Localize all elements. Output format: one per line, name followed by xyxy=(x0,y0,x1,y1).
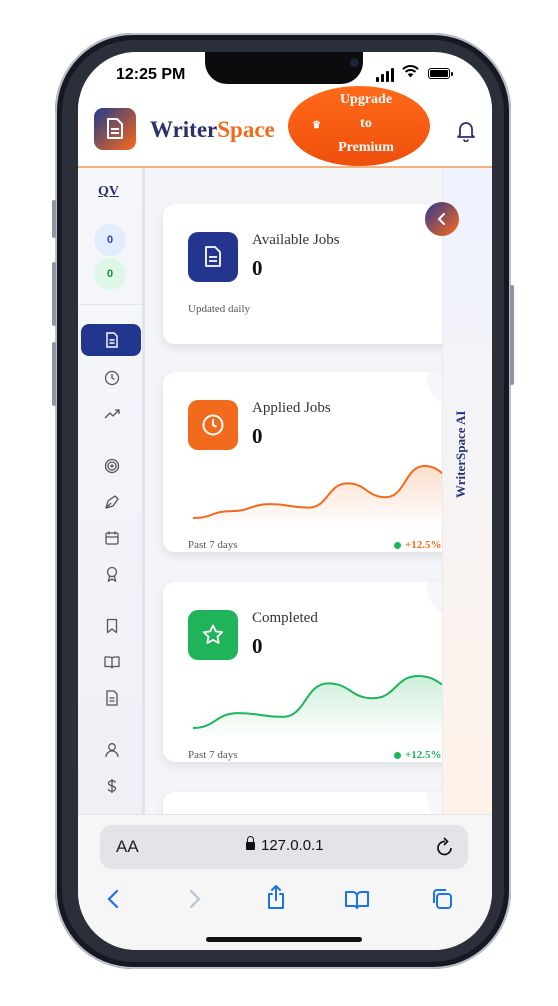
bookmarks-icon[interactable] xyxy=(344,887,370,911)
stat-card-applied-jobs[interactable]: Applied Jobs 0 Past 7 days +12.5% xyxy=(163,372,442,552)
battery-icon xyxy=(428,68,453,79)
power-button xyxy=(510,285,514,385)
trend-indicator: +12.5% xyxy=(394,749,442,761)
status-time: 12:25 PM xyxy=(116,66,186,83)
wifi-icon xyxy=(402,65,419,82)
lock-icon xyxy=(246,836,255,851)
sidebar-item-saved[interactable] xyxy=(104,618,120,634)
ai-assistant-panel[interactable]: WriterSpace AI xyxy=(442,168,492,828)
phone-screen: 12:25 PM WriterSpace ♛ Upgrade to Premiu… xyxy=(78,52,492,950)
bell-icon[interactable] xyxy=(456,120,476,147)
card-value: 0 xyxy=(252,256,263,280)
sidebar-item-profile[interactable] xyxy=(104,742,120,758)
sidebar-logo[interactable]: QV xyxy=(98,184,119,200)
collapse-panel-button[interactable] xyxy=(425,202,459,236)
document-icon xyxy=(106,332,118,348)
status-bar: 12:25 PM xyxy=(78,52,492,98)
sidebar-item-achievements[interactable] xyxy=(104,566,120,582)
url-text[interactable]: 127.0.0.1 xyxy=(246,836,324,854)
home-indicator xyxy=(206,937,362,942)
sidebar-item-library[interactable] xyxy=(104,654,120,670)
card-note: Updated daily xyxy=(188,303,251,315)
forward-icon[interactable] xyxy=(184,887,204,911)
sidebar: QV 0 0 xyxy=(78,168,145,828)
reload-icon[interactable] xyxy=(434,835,456,859)
volume-down-button xyxy=(52,342,56,406)
card-note: Past 7 days xyxy=(188,749,238,761)
trend-indicator: +12.5% xyxy=(394,539,442,551)
applied-jobs-sparkline xyxy=(192,464,442,528)
tabs-icon[interactable] xyxy=(430,887,454,911)
stat-card-available-jobs[interactable]: Available Jobs 0 Updated daily xyxy=(163,204,442,344)
address-bar[interactable]: AA 127.0.0.1 xyxy=(100,825,468,869)
card-title: Available Jobs xyxy=(252,232,340,248)
card-title: Applied Jobs xyxy=(252,400,331,416)
sparkline-area xyxy=(193,466,442,528)
notch xyxy=(205,52,363,84)
sidebar-item-write[interactable] xyxy=(104,494,120,510)
star-icon xyxy=(188,610,238,660)
stat-card-completed[interactable]: Completed 0 Past 7 days +12.5% xyxy=(163,582,442,762)
sidebar-divider xyxy=(78,304,142,305)
card-title: Completed xyxy=(252,610,318,626)
ai-panel-label: WriterSpace AI xyxy=(453,410,468,499)
card-note: Past 7 days xyxy=(188,539,238,551)
share-icon[interactable] xyxy=(264,883,288,911)
clock-icon xyxy=(188,400,238,450)
app-logo[interactable] xyxy=(94,108,136,150)
upgrade-button[interactable]: ♛ Upgrade to Premium xyxy=(288,86,430,166)
badge-count-green[interactable]: 0 xyxy=(94,258,126,290)
completed-sparkline xyxy=(192,674,442,738)
upgrade-label-line2: to xyxy=(360,116,372,131)
volume-up-button xyxy=(52,262,56,326)
brand-name[interactable]: WriterSpace xyxy=(150,117,275,143)
camera-icon xyxy=(350,58,359,67)
sidebar-item-analytics[interactable] xyxy=(104,406,120,422)
sidebar-item-documents[interactable] xyxy=(104,690,120,706)
badge-count-blue[interactable]: 0 xyxy=(94,224,126,256)
main-content: Available Jobs 0 Updated daily Applied J… xyxy=(145,168,442,828)
document-icon xyxy=(107,118,123,139)
mute-switch xyxy=(52,200,56,238)
sidebar-item-goals[interactable] xyxy=(104,458,120,474)
signal-icon xyxy=(376,68,400,82)
app-header: WriterSpace ♛ Upgrade to Premium xyxy=(78,86,492,168)
card-value: 0 xyxy=(252,634,263,658)
browser-toolbar: AA 127.0.0.1 xyxy=(78,814,492,950)
back-icon[interactable] xyxy=(104,887,124,911)
document-icon xyxy=(188,232,238,282)
sidebar-item-history[interactable] xyxy=(104,370,120,386)
upgrade-label-line1: Upgrade xyxy=(339,92,393,107)
upgrade-label-line3: Premium xyxy=(338,140,394,155)
sidebar-item-earnings[interactable] xyxy=(104,778,120,794)
chevron-left-icon xyxy=(437,213,445,225)
text-size-button[interactable]: AA xyxy=(116,837,139,857)
card-value: 0 xyxy=(252,424,263,448)
sidebar-item-calendar[interactable] xyxy=(104,530,120,546)
